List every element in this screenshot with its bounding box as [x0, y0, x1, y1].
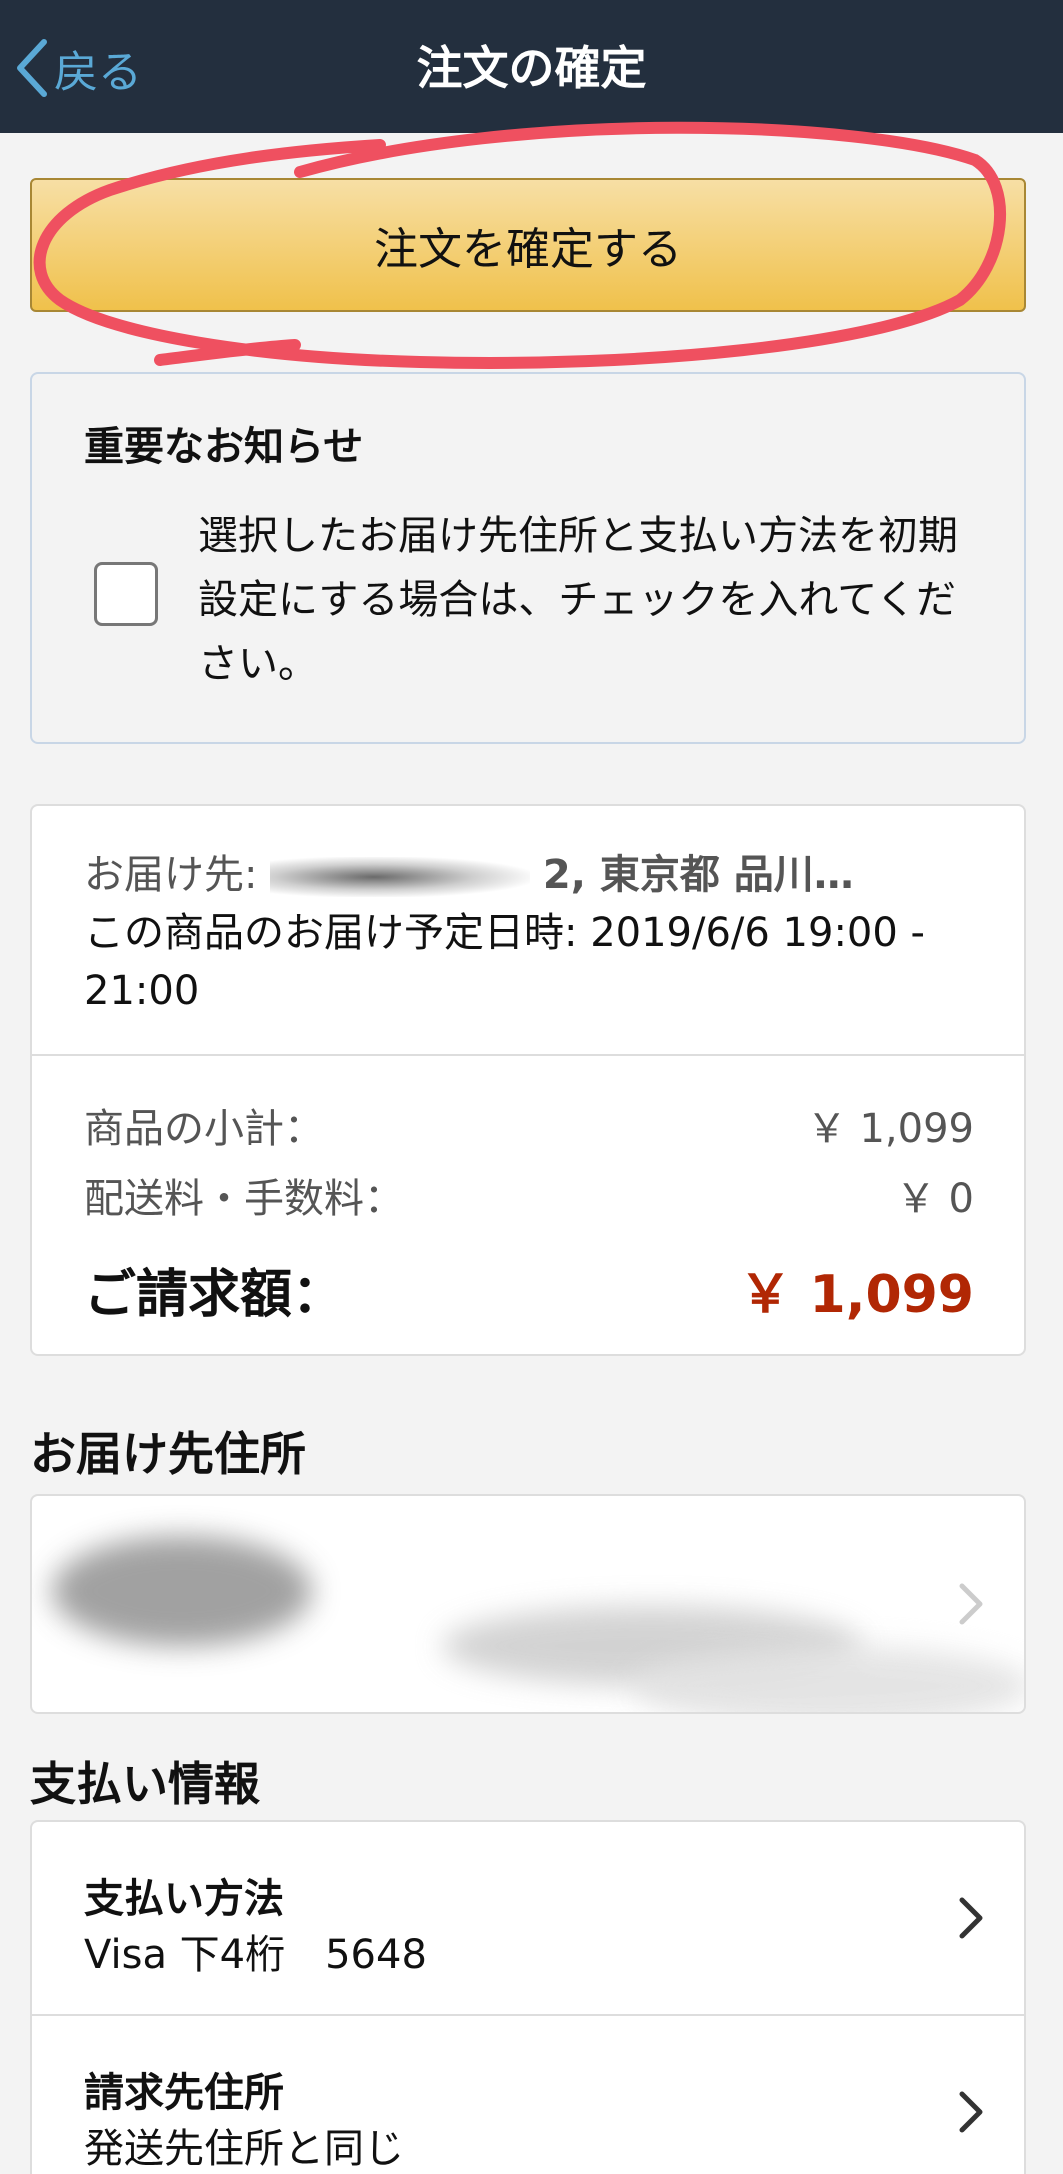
- total-label: ご請求額：: [84, 1265, 345, 1325]
- payment-method-row[interactable]: 支払い方法 Visa 下4桁 5648: [32, 1822, 1024, 2014]
- payment-method-value: Visa 下4桁 5648: [84, 1932, 427, 1978]
- chevron-right-icon: [959, 1583, 983, 1625]
- ship-to-line: お届け先: 2, 東京都 品川… この商品のお届け予定日時: 2019/6/6 …: [84, 846, 984, 1020]
- redacted-address: [52, 1536, 312, 1646]
- place-order-button[interactable]: 注文を確定する: [30, 178, 1026, 312]
- chevron-right-icon: [959, 2091, 983, 2133]
- shipping-row: 配送料・手数料： ￥ 0: [84, 1166, 974, 1224]
- address-section-heading: お届け先住所: [30, 1427, 306, 1481]
- ship-to-prefix: お届け先:: [84, 852, 258, 898]
- subtotal-label: 商品の小計：: [84, 1106, 324, 1152]
- page-title: 注文の確定: [416, 41, 647, 95]
- total-value: ￥ 1,099: [739, 1265, 974, 1325]
- billing-address-label: 請求先住所: [84, 2070, 284, 2116]
- important-notice-card: 重要なお知らせ 選択したお届け先住所と支払い方法を初期設定にする場合は、チェック…: [30, 372, 1026, 744]
- notice-text: 選択したお届け先住所と支払い方法を初期設定にする場合は、チェックを入れてください…: [198, 513, 958, 687]
- notice-title: 重要なお知らせ: [84, 424, 364, 470]
- total-row: ご請求額： ￥ 1,099: [84, 1252, 974, 1327]
- subtotal-value: ￥ 1,099: [806, 1106, 974, 1152]
- subtotal-row: 商品の小計： ￥ 1,099: [84, 1096, 974, 1154]
- shipping-value: ￥ 0: [895, 1176, 974, 1222]
- payment-info-card: 支払い方法 Visa 下4桁 5648 請求先住所 発送先住所と同じ: [30, 1820, 1026, 2174]
- place-order-label: 注文を確定する: [374, 224, 682, 275]
- payment-section-heading: 支払い情報: [30, 1757, 260, 1811]
- ship-to-suffix: 2, 東京都 品川…: [542, 852, 854, 898]
- delivery-estimate: この商品のお届け予定日時: 2019/6/6 19:00 - 21:00: [84, 910, 925, 1014]
- top-navbar: 戻る 注文の確定: [0, 0, 1063, 133]
- shipping-address-card[interactable]: [30, 1494, 1026, 1714]
- set-default-checkbox[interactable]: [94, 562, 158, 626]
- billing-address-row[interactable]: 請求先住所 発送先住所と同じ: [32, 2016, 1024, 2174]
- ship-to-redacted: [270, 857, 531, 897]
- summary-divider: [32, 1054, 1024, 1056]
- shipping-label: 配送料・手数料：: [84, 1176, 404, 1222]
- order-summary-card: お届け先: 2, 東京都 品川… この商品のお届け予定日時: 2019/6/6 …: [30, 804, 1026, 1356]
- payment-method-label: 支払い方法: [84, 1876, 284, 1922]
- billing-address-value: 発送先住所と同じ: [84, 2126, 404, 2172]
- chevron-right-icon: [959, 1897, 983, 1939]
